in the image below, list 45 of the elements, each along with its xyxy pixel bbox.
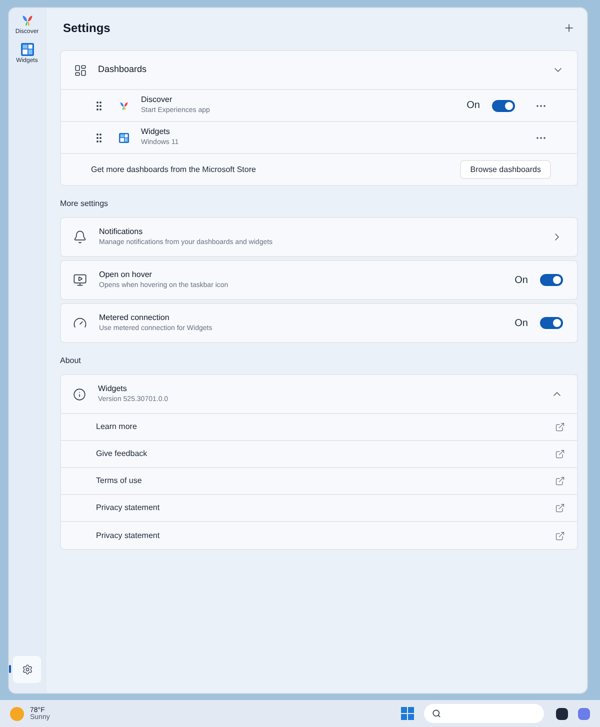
toggle-switch[interactable]	[492, 100, 515, 112]
info-icon	[73, 388, 86, 400]
widgets-icon	[119, 132, 129, 142]
toggle-switch[interactable]	[540, 317, 563, 329]
store-text: Get more dashboards from the Microsoft Store	[91, 164, 256, 176]
toggle-label: On	[514, 316, 528, 330]
external-link-icon[interactable]	[555, 422, 565, 432]
about-title: Widgets	[98, 382, 128, 395]
dashboard-name: Discover	[141, 94, 174, 106]
dashboard-icon	[74, 64, 87, 76]
setting-title: Metered connection	[99, 312, 170, 324]
external-link-icon[interactable]	[555, 530, 565, 540]
setting-title: Open on hover	[99, 268, 153, 281]
browse-dashboards-button[interactable]: Browse dashboards	[460, 160, 551, 179]
about-link[interactable]: Learn more	[96, 421, 137, 433]
toggle-switch[interactable]	[540, 274, 563, 286]
app-icon[interactable]	[556, 708, 568, 720]
about-link[interactable]: Terms of use	[96, 475, 142, 487]
toggle-label: On	[466, 99, 480, 113]
settings-button[interactable]	[13, 656, 41, 683]
gauge-icon	[73, 316, 87, 330]
about-link[interactable]: Privacy statement	[96, 530, 160, 542]
toggle-label: On	[514, 274, 528, 288]
section-heading: About	[60, 355, 82, 367]
about-link[interactable]: Give feedback	[96, 448, 148, 460]
search-field[interactable]	[424, 704, 544, 723]
settings-icon	[22, 664, 32, 675]
windows-logo-icon[interactable]	[401, 707, 414, 720]
bell-icon	[73, 230, 87, 244]
monitor-icon	[73, 273, 87, 287]
external-link-icon[interactable]	[555, 449, 565, 459]
about-link[interactable]: Privacy statement	[96, 502, 160, 514]
butterfly-icon	[119, 100, 129, 110]
butterfly-icon	[20, 14, 34, 27]
external-link-icon[interactable]	[555, 503, 565, 513]
page-title: Settings	[63, 20, 110, 37]
search-icon	[432, 709, 441, 718]
dashboard-name: Widgets	[141, 126, 171, 138]
section-title: Dashboards	[98, 63, 148, 76]
widgets-icon	[20, 43, 34, 56]
add-icon[interactable]	[563, 22, 575, 34]
setting-title: Notifications	[99, 226, 144, 238]
external-link-icon[interactable]	[555, 476, 565, 486]
sun-icon	[10, 706, 24, 720]
section-heading: More settings	[60, 198, 110, 210]
